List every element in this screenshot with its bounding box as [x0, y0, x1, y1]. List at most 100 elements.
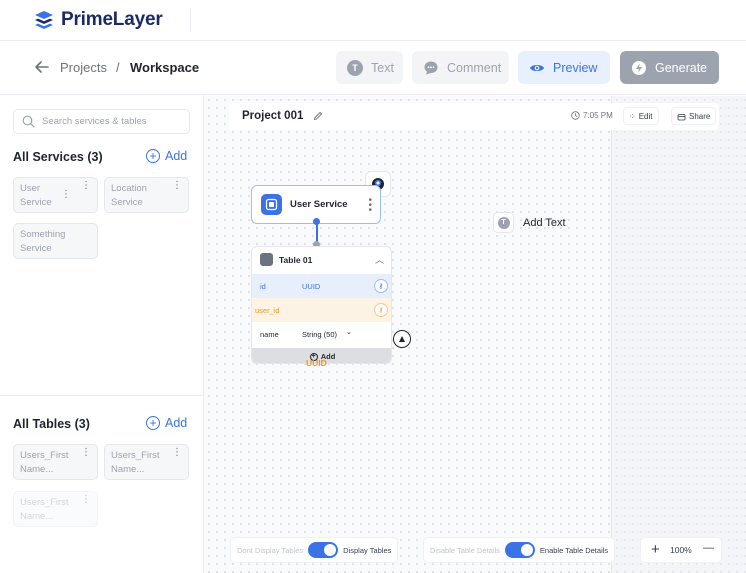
zoom-control: + 100% — [640, 537, 722, 563]
toggle-on-label: Enable Table Details [539, 545, 609, 555]
column-name: user_id [255, 306, 280, 315]
generate-label: Generate [655, 60, 708, 75]
workspace-canvas[interactable]: Project 001 7:05 PM ⁘ Edit Share User Se… [205, 96, 746, 573]
preview-button[interactable]: Preview [518, 51, 610, 84]
app-name: PrimeLayer [61, 9, 163, 30]
table-card-line2: Name... [20, 511, 54, 522]
text-tool-label: Text [371, 60, 394, 75]
kebab-menu-icon[interactable]: ⋮ [81, 448, 91, 458]
service-card-user[interactable]: User Service ⋮ ⋮ [13, 177, 98, 213]
service-card-line2: Service [20, 243, 52, 254]
service-icon [261, 194, 282, 215]
edit-label: Edit [638, 111, 653, 121]
drag-handle-icon[interactable]: ⋮ [61, 190, 71, 200]
comment-tool-button[interactable]: Comment [412, 51, 509, 84]
table-card-1[interactable]: Users_First Name... ⋮ [13, 444, 98, 480]
table-row[interactable]: id UUID ⚷ [252, 274, 391, 298]
foreign-key-icon[interactable]: ⚷ [374, 303, 388, 317]
key-icon[interactable]: ⚷ [374, 279, 388, 293]
table-details-toggle-group: Disable Table Details Enable Table Detai… [423, 537, 616, 563]
service-card-something[interactable]: Something Service [13, 223, 98, 259]
search-icon [22, 115, 35, 128]
chevron-down-icon[interactable]: ⌄ [346, 328, 352, 336]
eye-icon [530, 64, 544, 71]
zoom-in-button[interactable]: + [651, 541, 660, 558]
pencil-icon[interactable] [313, 111, 323, 121]
kebab-menu-icon[interactable]: • • • [368, 196, 372, 216]
time-label: 7:05 PM [583, 111, 613, 120]
service-card-location[interactable]: Location Service ⋮ [104, 177, 189, 213]
text-icon: T [347, 59, 363, 76]
preview-label: Preview [553, 60, 598, 75]
table-details-toggle[interactable] [504, 542, 535, 558]
back-arrow-icon[interactable] [33, 58, 51, 76]
zoom-out-button[interactable]: — [703, 542, 714, 554]
floating-badge[interactable] [393, 330, 411, 348]
breadcrumb-separator: / [116, 60, 120, 75]
plus-circle-icon: + [146, 416, 160, 430]
column-type: String (50) [302, 330, 338, 339]
share-icon [677, 113, 686, 120]
toggle-off-label: Dont Display Tables [237, 545, 304, 555]
text-icon: T [493, 212, 514, 233]
display-tables-toggle[interactable] [308, 542, 339, 558]
add-text-element[interactable]: T Add Text [493, 212, 566, 233]
table-card-line2: Name... [20, 464, 54, 475]
service-node-label: User Service [290, 199, 348, 210]
add-table-label: Add [165, 416, 188, 430]
table-row[interactable]: name String (50) ⌄ [252, 322, 391, 346]
table-card-2[interactable]: Users_First Name... ⋮ [104, 444, 189, 480]
kebab-menu-icon[interactable]: ⋮ [81, 495, 91, 505]
edit-button[interactable]: ⁘ Edit [623, 107, 659, 125]
breadcrumb-projects[interactable]: Projects [60, 60, 107, 75]
text-tool-button[interactable]: T Text [336, 51, 403, 84]
comment-tool-label: Comment [447, 60, 502, 75]
display-tables-toggle-group: Dont Display Tables Display Tables [230, 537, 399, 563]
add-service-label: Add [165, 149, 188, 163]
layers-logo-icon [35, 11, 53, 29]
add-service-button[interactable]: + Add [146, 149, 187, 163]
toggle-on-label: Display Tables [343, 545, 392, 555]
top-bar: PrimeLayer [0, 0, 746, 41]
table-card-line2: Name... [111, 464, 145, 475]
canvas-shaded-area [611, 96, 746, 573]
column-type: UUID [302, 282, 321, 291]
table-node[interactable]: Table 01 ︿ id UUID ⚷ user_id ⚷ name Stri… [251, 246, 392, 364]
table-card-3[interactable]: Users_First Name... ⋮ [13, 491, 98, 527]
tables-title: All Tables (3) [13, 417, 90, 431]
table-node-title: Table 01 [279, 255, 313, 265]
kebab-menu-icon[interactable]: ⋮ [172, 181, 182, 191]
app-logo[interactable]: PrimeLayer [33, 9, 163, 31]
lightning-icon [632, 60, 646, 75]
project-header: Project 001 7:05 PM ⁘ Edit Share [229, 103, 719, 130]
table-icon [260, 253, 273, 266]
add-text-label: Add Text [523, 216, 566, 229]
service-card-line2: Service [20, 197, 52, 208]
service-card-line1: Something [20, 229, 66, 240]
search-placeholder: Search services & tables [42, 116, 147, 127]
sidebar: Search services & tables All Services (3… [0, 95, 204, 573]
chevron-up-icon[interactable]: ︿ [375, 253, 384, 266]
breadcrumb-bar: Projects / Workspace T Text Comment Prev… [0, 41, 746, 95]
search-input[interactable]: Search services & tables [13, 109, 190, 134]
grid-icon: ⁘ [629, 111, 636, 121]
column-name: name [260, 330, 279, 339]
share-button[interactable]: Share [671, 107, 717, 125]
drag-ghost-type: UUID [306, 358, 327, 368]
project-time: 7:05 PM [571, 111, 613, 120]
service-card-line2: Service [111, 197, 143, 208]
share-label: Share [689, 111, 711, 121]
table-node-header[interactable]: Table 01 ︿ [252, 247, 391, 273]
kebab-menu-icon[interactable]: ⋮ [172, 448, 182, 458]
generate-button[interactable]: Generate [620, 51, 719, 84]
breadcrumb-current: Workspace [130, 60, 200, 75]
plus-circle-icon: + [146, 149, 160, 163]
project-title: Project 001 [242, 110, 304, 122]
run-icon [399, 336, 405, 342]
connector-handle-top[interactable] [313, 218, 320, 225]
zoom-level: 100% [670, 545, 692, 555]
services-title: All Services (3) [13, 150, 103, 164]
add-table-button[interactable]: + Add [146, 416, 187, 430]
kebab-menu-icon[interactable]: ⋮ [81, 181, 91, 191]
table-row[interactable]: user_id ⚷ [252, 298, 391, 322]
